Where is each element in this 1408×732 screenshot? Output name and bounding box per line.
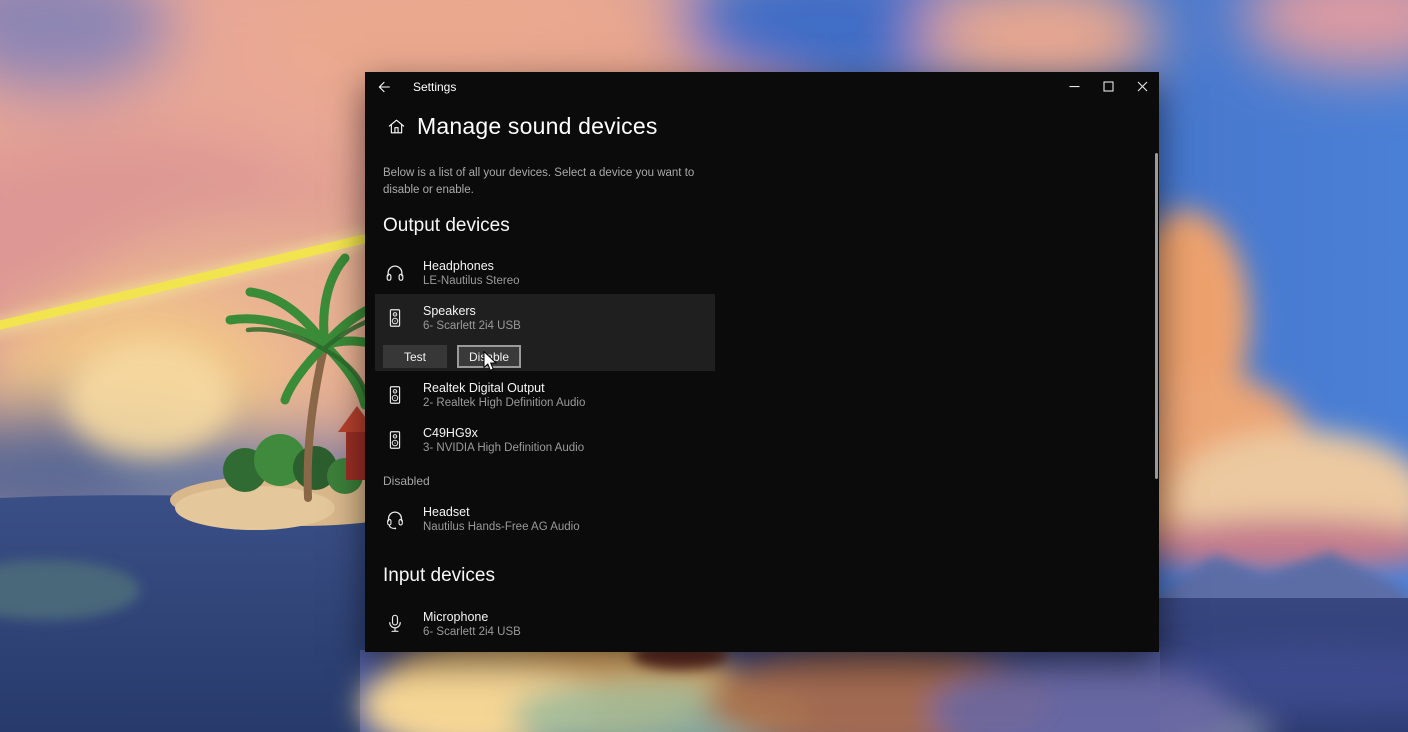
device-name: Headset [423, 504, 580, 520]
device-name: C49HG9x [423, 425, 584, 441]
disabled-group-label: Disabled [383, 474, 430, 488]
device-row-headphones[interactable]: Headphones LE-Nautilus Stereo [383, 258, 520, 288]
device-detail: 6- Scarlett 2i4 USB [423, 319, 521, 333]
minimize-button[interactable] [1057, 72, 1091, 100]
maximize-icon [1103, 81, 1114, 92]
minimize-icon [1069, 81, 1080, 92]
speaker-icon [383, 425, 407, 455]
device-row-microphone[interactable]: Microphone 6- Scarlett 2i4 USB [383, 609, 521, 639]
back-button[interactable] [365, 72, 403, 102]
speaker-icon [383, 380, 407, 410]
headphones-icon [383, 258, 407, 288]
device-row-c49hg9x[interactable]: C49HG9x 3- NVIDIA High Definition Audio [383, 425, 584, 455]
device-detail: 3- NVIDIA High Definition Audio [423, 441, 584, 455]
close-button[interactable] [1125, 72, 1159, 100]
mouse-cursor [483, 351, 501, 373]
input-devices-heading: Input devices [383, 565, 495, 587]
home-icon [387, 117, 406, 136]
test-button[interactable]: Test [383, 345, 447, 368]
microphone-icon [383, 609, 407, 639]
window-controls [1057, 72, 1159, 100]
device-name: Headphones [423, 258, 520, 274]
page-description: Below is a list of all your devices. Sel… [383, 165, 717, 199]
vertical-scrollbar[interactable] [1155, 153, 1158, 479]
titlebar: Settings [365, 72, 1159, 102]
device-detail: LE-Nautilus Stereo [423, 274, 520, 288]
arrow-left-icon [376, 79, 392, 95]
output-devices-heading: Output devices [383, 215, 510, 237]
maximize-button[interactable] [1091, 72, 1125, 100]
window-title: Settings [413, 72, 456, 102]
desktop: Settings [0, 0, 1408, 732]
device-detail: 2- Realtek High Definition Audio [423, 396, 585, 410]
device-row-speakers[interactable]: Speakers 6- Scarlett 2i4 USB [383, 303, 521, 333]
page-title: Manage sound devices [417, 113, 658, 140]
device-name: Realtek Digital Output [423, 380, 585, 396]
device-detail: 6- Scarlett 2i4 USB [423, 625, 521, 639]
device-detail: Nautilus Hands-Free AG Audio [423, 520, 580, 534]
device-name: Speakers [423, 303, 521, 319]
page-header: Manage sound devices [387, 113, 658, 140]
device-panel-speakers-selected[interactable]: Speakers 6- Scarlett 2i4 USB Test Disabl… [375, 294, 715, 371]
device-row-realtek-digital-output[interactable]: Realtek Digital Output 2- Realtek High D… [383, 380, 585, 410]
device-row-headset[interactable]: Headset Nautilus Hands-Free AG Audio [383, 504, 580, 534]
close-icon [1137, 81, 1148, 92]
speaker-icon [383, 303, 407, 333]
device-name: Microphone [423, 609, 521, 625]
headset-icon [383, 504, 407, 534]
